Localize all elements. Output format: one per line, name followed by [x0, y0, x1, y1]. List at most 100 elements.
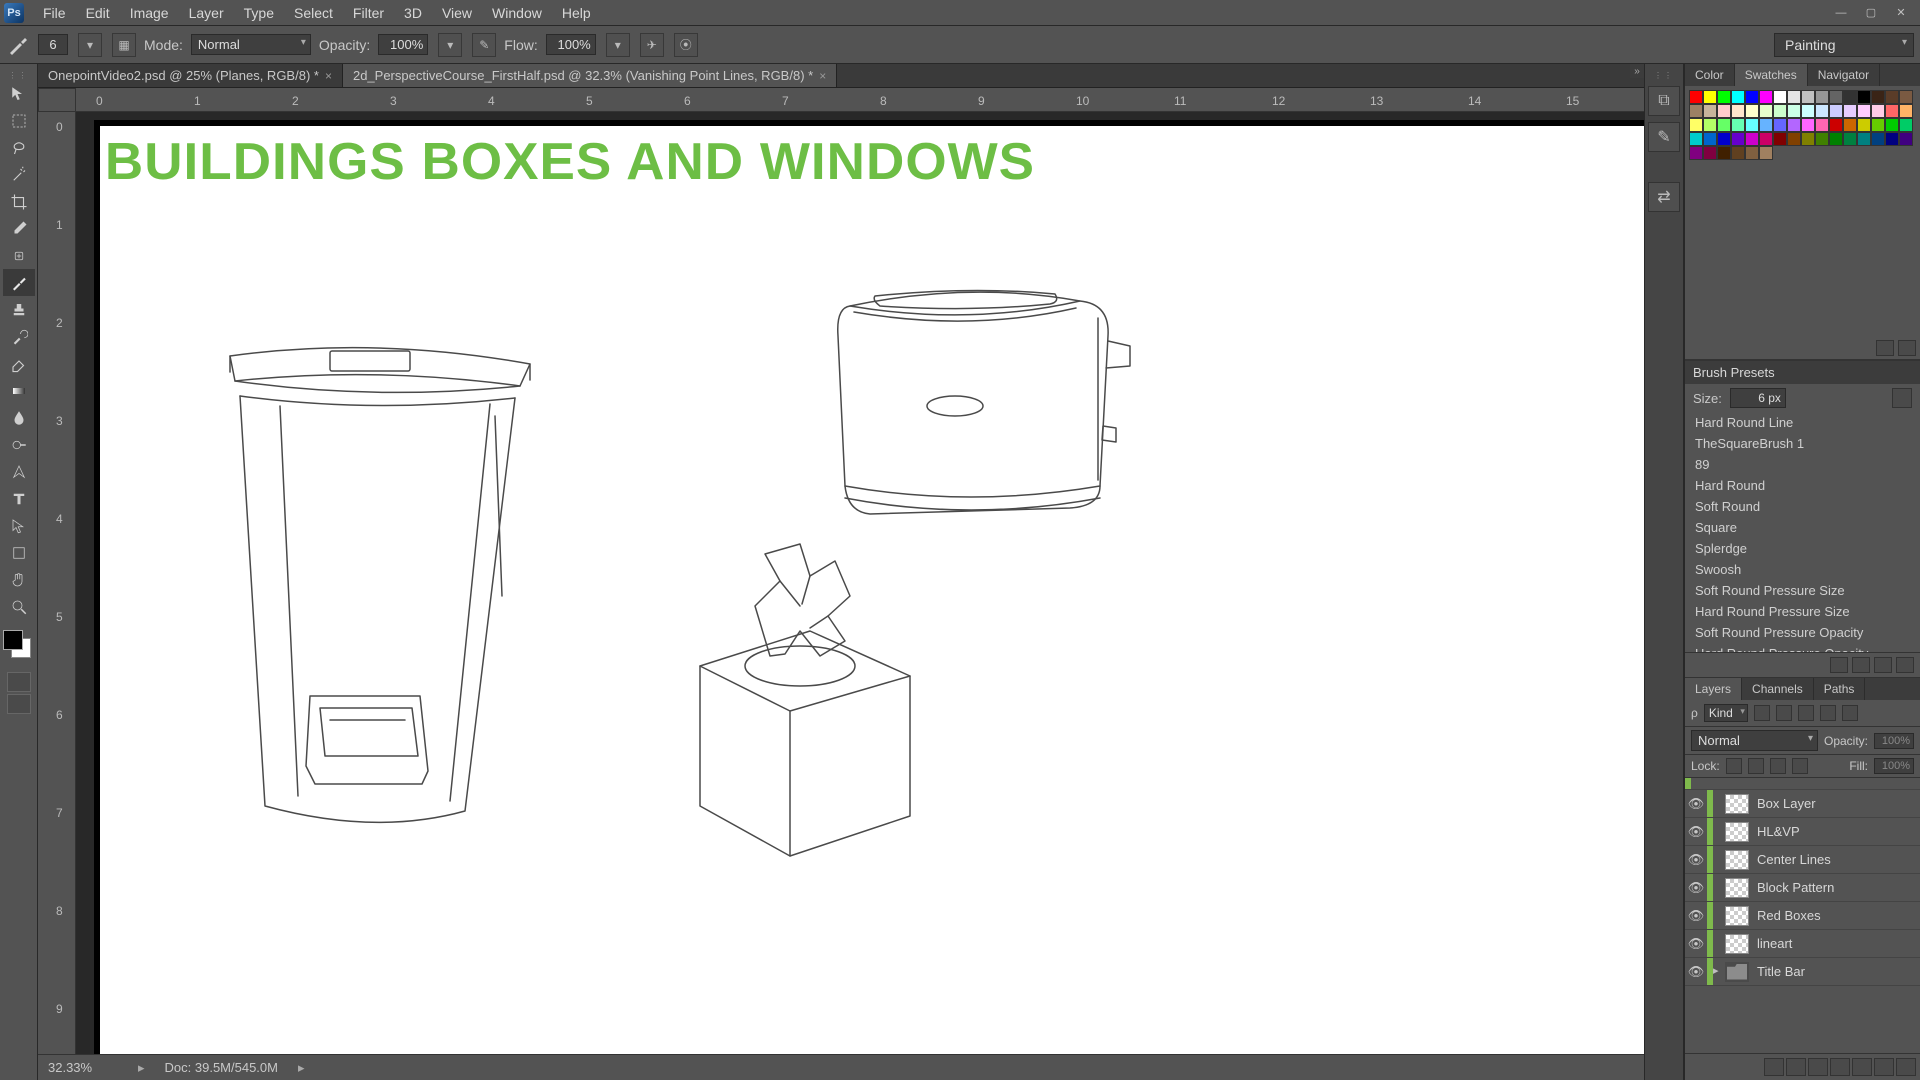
swatch[interactable]: [1871, 104, 1885, 118]
swatch[interactable]: [1773, 132, 1787, 146]
gradient-tool[interactable]: [3, 377, 35, 404]
brush-preset-item[interactable]: Soft Round Pressure Opacity: [1685, 622, 1920, 643]
layer-row[interactable]: 👁Title Bar: [1685, 958, 1920, 986]
document-tab[interactable]: OnepointVideo2.psd @ 25% (Planes, RGB/8)…: [38, 64, 343, 87]
adjustment-layer-button[interactable]: [1830, 1058, 1850, 1076]
brush-preset-item[interactable]: Hard Round: [1685, 475, 1920, 496]
healing-tool[interactable]: [3, 242, 35, 269]
layer-name[interactable]: Block Pattern: [1757, 880, 1834, 895]
swatch[interactable]: [1801, 104, 1815, 118]
ruler-origin[interactable]: [38, 88, 76, 112]
brush-preset-item[interactable]: TheSquareBrush 1: [1685, 433, 1920, 454]
visibility-toggle-icon[interactable]: 👁: [1685, 880, 1707, 896]
layer-opacity-input[interactable]: [1874, 733, 1914, 749]
swatch[interactable]: [1787, 132, 1801, 146]
hand-tool[interactable]: [3, 566, 35, 593]
delete-layer-button[interactable]: [1896, 1058, 1916, 1076]
doc-size-readout[interactable]: Doc: 39.5M/545.0M: [165, 1060, 278, 1075]
workspace-switcher[interactable]: Painting: [1774, 33, 1914, 57]
swatch[interactable]: [1899, 132, 1913, 146]
swatch[interactable]: [1773, 90, 1787, 104]
menu-edit[interactable]: Edit: [77, 3, 119, 23]
swatch[interactable]: [1759, 132, 1773, 146]
opacity-input[interactable]: [378, 34, 428, 55]
airbrush-toggle[interactable]: ✈: [640, 33, 664, 57]
swatch[interactable]: [1857, 104, 1871, 118]
minimize-button[interactable]: —: [1826, 2, 1856, 24]
layer-filter-pixel-icon[interactable]: [1754, 705, 1770, 721]
size-pressure-toggle[interactable]: ⦿: [674, 33, 698, 57]
swatch[interactable]: [1857, 132, 1871, 146]
swatch[interactable]: [1731, 90, 1745, 104]
close-icon[interactable]: ×: [325, 69, 332, 83]
chevron-right-icon[interactable]: ▸: [298, 1060, 305, 1076]
layer-name[interactable]: lineart: [1757, 936, 1792, 951]
swatch[interactable]: [1689, 146, 1703, 160]
swatch[interactable]: [1829, 104, 1843, 118]
layer-filter-kind[interactable]: Kind: [1704, 704, 1748, 722]
brush-view-toggle[interactable]: [1830, 657, 1848, 673]
layer-thumbnail[interactable]: [1725, 906, 1749, 926]
screen-mode-toggle[interactable]: [7, 694, 31, 714]
brush-preset-item[interactable]: Hard Round Pressure Opacity: [1685, 643, 1920, 652]
swatch[interactable]: [1801, 132, 1815, 146]
opacity-stepper[interactable]: ▾: [438, 33, 462, 57]
swatch[interactable]: [1759, 118, 1773, 132]
swatch[interactable]: [1745, 146, 1759, 160]
swatch[interactable]: [1773, 118, 1787, 132]
close-button[interactable]: ✕: [1886, 2, 1916, 24]
eraser-tool[interactable]: [3, 350, 35, 377]
maximize-button[interactable]: ▢: [1856, 2, 1886, 24]
brush-size-field[interactable]: [1730, 388, 1786, 408]
brush-preset-item[interactable]: Hard Round Pressure Size: [1685, 601, 1920, 622]
swatch[interactable]: [1829, 118, 1843, 132]
layer-thumbnail[interactable]: [1725, 794, 1749, 814]
move-tool[interactable]: [3, 80, 35, 107]
swatch[interactable]: [1731, 118, 1745, 132]
layer-filter-smart-icon[interactable]: [1842, 705, 1858, 721]
swatch[interactable]: [1717, 90, 1731, 104]
swatch[interactable]: [1829, 90, 1843, 104]
clone-source-panel-icon[interactable]: ⇄: [1648, 182, 1680, 212]
swatch[interactable]: [1731, 146, 1745, 160]
tab-layers[interactable]: Layers: [1685, 678, 1742, 700]
swatch[interactable]: [1885, 118, 1899, 132]
menu-help[interactable]: Help: [553, 3, 600, 23]
layer-thumbnail[interactable]: [1725, 934, 1749, 954]
swatch[interactable]: [1787, 118, 1801, 132]
lock-transparency-icon[interactable]: [1726, 758, 1742, 774]
panel-grip[interactable]: ⋮⋮: [0, 70, 37, 80]
blur-tool[interactable]: [3, 404, 35, 431]
swatch[interactable]: [1843, 104, 1857, 118]
tab-channels[interactable]: Channels: [1742, 678, 1814, 700]
layer-fill-input[interactable]: [1874, 758, 1914, 774]
chevron-right-icon[interactable]: ▸: [138, 1060, 145, 1076]
layer-row[interactable]: 👁lineart: [1685, 930, 1920, 958]
swatch[interactable]: [1689, 132, 1703, 146]
layer-row[interactable]: 👁HL&VP: [1685, 818, 1920, 846]
layer-blend-mode[interactable]: Normal: [1691, 730, 1818, 751]
swatches-grid[interactable]: [1685, 86, 1920, 170]
swatch[interactable]: [1815, 104, 1829, 118]
brush-preset-list[interactable]: Hard Round LineTheSquareBrush 189Hard Ro…: [1685, 412, 1920, 652]
swatch[interactable]: [1745, 118, 1759, 132]
swatch[interactable]: [1885, 132, 1899, 146]
tab-swatches[interactable]: Swatches: [1735, 64, 1808, 86]
swatch[interactable]: [1689, 104, 1703, 118]
stamp-tool[interactable]: [3, 296, 35, 323]
brush-preset-item[interactable]: Square: [1685, 517, 1920, 538]
swatch[interactable]: [1731, 104, 1745, 118]
new-brush-button[interactable]: [1874, 657, 1892, 673]
blend-mode-dropdown[interactable]: Normal: [191, 34, 311, 55]
wand-tool[interactable]: [3, 161, 35, 188]
swatch[interactable]: [1899, 118, 1913, 132]
layer-name[interactable]: Box Layer: [1757, 796, 1816, 811]
swatch[interactable]: [1899, 90, 1913, 104]
marquee-tool[interactable]: [3, 107, 35, 134]
swatch[interactable]: [1717, 146, 1731, 160]
new-swatch-button[interactable]: [1876, 340, 1894, 356]
zoom-readout[interactable]: 32.33%: [48, 1060, 118, 1075]
brush-tool-icon[interactable]: [6, 33, 30, 57]
ruler-vertical[interactable]: 0123456789: [38, 112, 76, 1054]
pen-tool[interactable]: [3, 458, 35, 485]
